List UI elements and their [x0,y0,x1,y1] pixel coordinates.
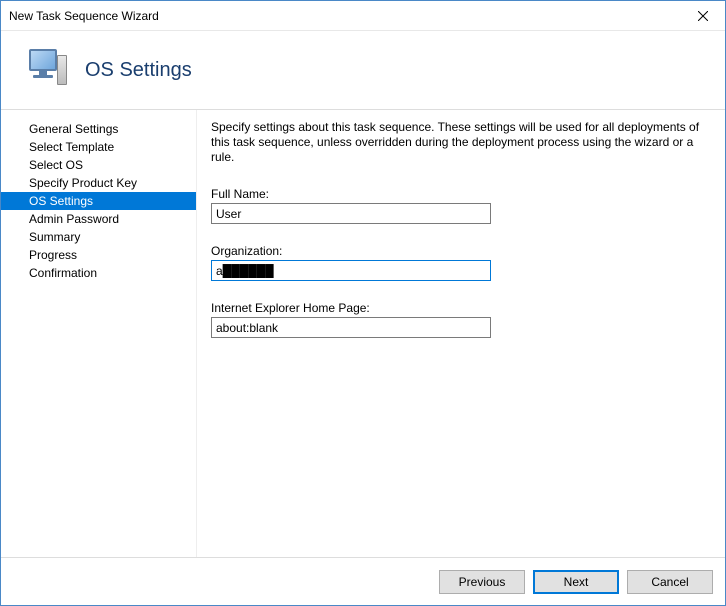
sidebar-item-specify-product-key[interactable]: Specify Product Key [1,174,196,192]
close-icon [698,11,708,21]
ie-home-label: Internet Explorer Home Page: [211,301,709,315]
wizard-header: OS Settings [1,31,725,109]
wizard-body: General Settings Select Template Select … [1,109,725,557]
fullname-input[interactable] [211,203,491,224]
previous-button[interactable]: Previous [439,570,525,594]
wizard-steps-sidebar: General Settings Select Template Select … [1,110,197,557]
field-organization: Organization: [211,244,709,281]
sidebar-item-select-template[interactable]: Select Template [1,138,196,156]
sidebar-item-progress[interactable]: Progress [1,246,196,264]
window-title: New Task Sequence Wizard [9,9,159,23]
sidebar-item-summary[interactable]: Summary [1,228,196,246]
sidebar-item-admin-password[interactable]: Admin Password [1,210,196,228]
field-ie-home: Internet Explorer Home Page: [211,301,709,338]
close-button[interactable] [680,1,725,30]
fullname-label: Full Name: [211,187,709,201]
cancel-button[interactable]: Cancel [627,570,713,594]
wizard-footer: Previous Next Cancel [1,557,725,605]
field-fullname: Full Name: [211,187,709,224]
sidebar-item-confirmation[interactable]: Confirmation [1,264,196,282]
page-description: Specify settings about this task sequenc… [211,120,709,165]
ie-home-input[interactable] [211,317,491,338]
wizard-window: New Task Sequence Wizard OS Settings Gen… [0,0,726,606]
page-title: OS Settings [85,59,192,82]
sidebar-item-select-os[interactable]: Select OS [1,156,196,174]
sidebar-item-os-settings[interactable]: OS Settings [1,192,196,210]
organization-input[interactable] [211,260,491,281]
titlebar: New Task Sequence Wizard [1,1,725,31]
wizard-content: Specify settings about this task sequenc… [197,110,725,557]
next-button[interactable]: Next [533,570,619,594]
sidebar-item-general-settings[interactable]: General Settings [1,120,196,138]
organization-label: Organization: [211,244,709,258]
computer-icon [25,49,67,91]
